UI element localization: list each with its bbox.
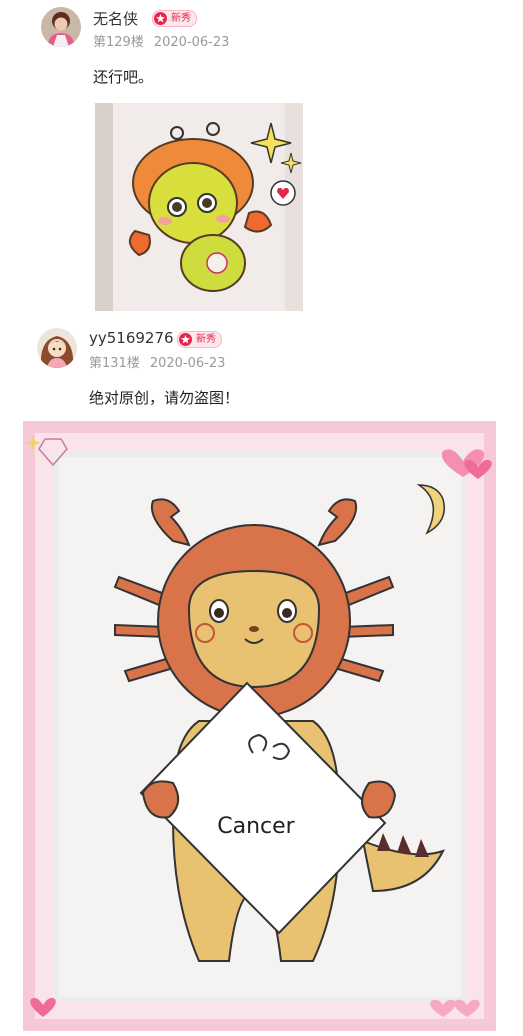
post-date: 2020-06-23 — [153, 35, 230, 50]
sign-text: Cancer — [217, 814, 295, 839]
post-image[interactable]: Cancer — [23, 421, 496, 1031]
badge-label: 新秀 — [196, 334, 216, 345]
post-meta: 第131楼 2020-06-23 — [89, 352, 235, 371]
status-badge: 新秀 — [152, 10, 197, 27]
avatar[interactable] — [41, 7, 81, 47]
post-date: 2020-06-23 — [149, 356, 226, 371]
floor-number: 第131楼 — [89, 356, 140, 371]
post-content: 绝对原创，请勿盗图！ — [89, 389, 240, 407]
username[interactable]: 无名侠 — [93, 8, 138, 29]
post-131: yy5169276 新秀 第131楼 2020-06-23 绝对原创，请勿盗图！ — [0, 320, 523, 1036]
badge-label: 新秀 — [171, 13, 191, 24]
avatar[interactable] — [37, 328, 77, 368]
status-badge: 新秀 — [177, 331, 222, 348]
post-129: 无名侠 新秀 第129楼 2020-06-23 还行吧。 — [0, 0, 523, 320]
post-image[interactable] — [95, 103, 303, 311]
star-icon — [179, 333, 192, 346]
post-meta: 第129楼 2020-06-23 — [93, 31, 239, 50]
floor-number: 第129楼 — [93, 35, 144, 50]
post-content: 还行吧。 — [93, 68, 154, 86]
star-icon — [154, 12, 167, 25]
username[interactable]: yy5169276 — [89, 329, 174, 347]
